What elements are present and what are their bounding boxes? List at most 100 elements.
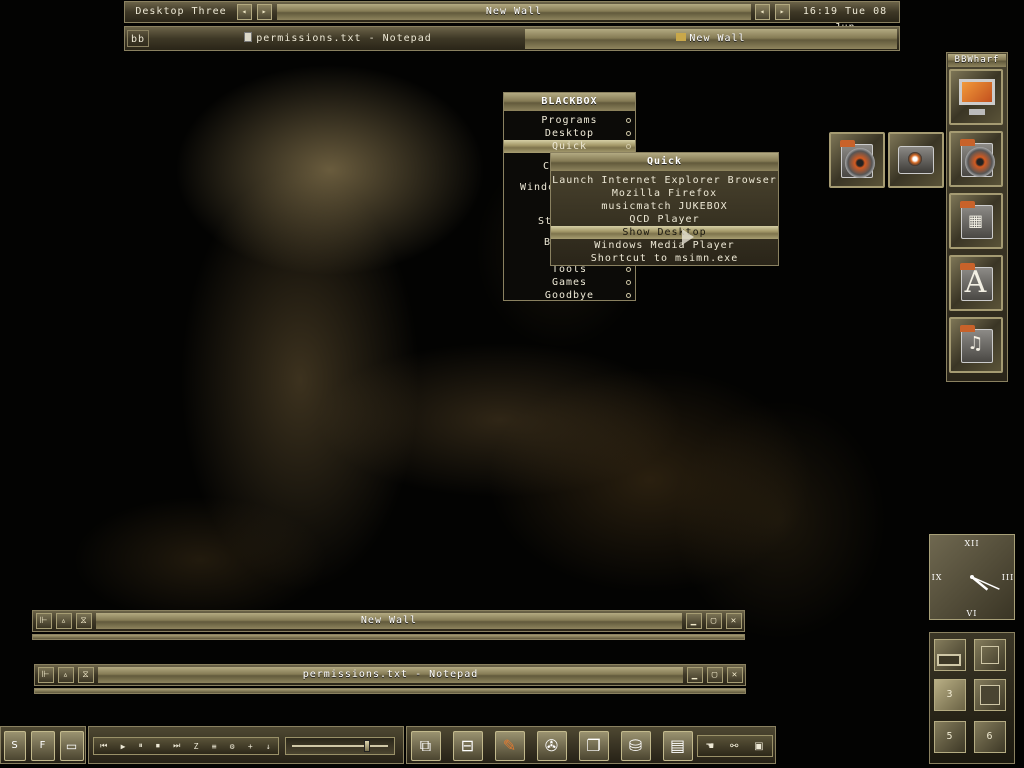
stop-icon[interactable]: ⏹ <box>156 741 161 751</box>
workspace-prev-button[interactable]: ◂ <box>237 4 252 20</box>
shade-button[interactable]: ▵ <box>56 613 72 629</box>
quick-item-wmp[interactable]: Windows Media Player <box>551 239 778 252</box>
window-notepad[interactable]: ⊩ ▵ ⧖ permissions.txt - Notepad ▁ ▢ ✕ <box>34 664 746 686</box>
volume-slider[interactable] <box>285 737 395 755</box>
film-reel-icon[interactable]: ✇ <box>537 731 567 761</box>
disc-shape <box>845 148 875 178</box>
pager-desktop-2[interactable] <box>974 639 1006 671</box>
f-button[interactable]: F <box>31 731 55 761</box>
clock-center <box>970 575 974 579</box>
notepad-icon <box>244 32 253 42</box>
dvd-player-icon[interactable] <box>949 131 1003 187</box>
pager-desktop-5[interactable]: 5 <box>934 721 966 753</box>
tray-monitors-icon[interactable]: ▣ <box>754 741 764 752</box>
folder-icon[interactable]: ❐ <box>579 731 609 761</box>
quick-menu-title: Quick <box>551 153 778 171</box>
trumpet-icon[interactable]: ♫ <box>949 317 1003 373</box>
prev-track-icon[interactable]: ⏮ <box>100 741 108 751</box>
close-button[interactable]: ✕ <box>727 667 743 683</box>
media-bar: ⏮ ▶ ⏸ ⏹ ⏭ Z ≡ ⚙ + ↓ <box>88 726 404 764</box>
system-tray: ☚ ⚯ ▣ <box>697 735 773 757</box>
sticky-button[interactable]: ⧖ <box>76 613 92 629</box>
quick-item-musicmatch[interactable]: musicmatch JUKEBOX <box>551 200 778 213</box>
quick-item-msimn[interactable]: Shortcut to msimn.exe <box>551 252 778 265</box>
menu-item-label: Desktop <box>544 128 595 139</box>
menu-item-desktop[interactable]: Desktop <box>504 127 635 140</box>
settings-icon[interactable]: ⚙ <box>230 742 236 751</box>
pager: 3 5 6 <box>929 632 1015 764</box>
close-button[interactable]: ✕ <box>726 613 742 629</box>
drives-icon[interactable]: ⧉ <box>411 731 441 761</box>
shade-button[interactable]: ▵ <box>58 667 74 683</box>
pause-icon[interactable]: ⏸ <box>139 741 144 751</box>
window-menu-icon[interactable]: ⊩ <box>38 667 54 683</box>
quick-item-qcd[interactable]: QCD Player <box>551 213 778 226</box>
window-new-wall[interactable]: ⊩ ▵ ⧖ New Wall ▁ ▢ ✕ <box>32 610 745 632</box>
add-icon[interactable]: + <box>248 742 254 751</box>
show-desktop-icon[interactable]: ▭ <box>60 731 84 761</box>
submenu-icon <box>626 144 631 149</box>
window-title[interactable]: New Wall <box>96 613 682 629</box>
workspace-label[interactable]: Desktop Three <box>129 4 233 20</box>
task-label: New Wall <box>689 33 746 44</box>
download-icon[interactable]: ↓ <box>266 742 272 751</box>
minimize-button[interactable]: ▁ <box>687 667 703 683</box>
sticky-button[interactable]: ⧖ <box>78 667 94 683</box>
tray-hand-icon[interactable]: ☚ <box>705 741 715 752</box>
left-launcher: S F ▭ <box>0 726 86 764</box>
monitor-screen <box>959 79 995 105</box>
submenu-icon <box>626 280 631 285</box>
toolbar-clock: 16:19 Tue 08 Jun <box>802 6 888 33</box>
maximize-button[interactable]: ▢ <box>706 613 722 629</box>
documents-icon[interactable]: ▤ <box>663 731 693 761</box>
player-lens <box>908 152 922 166</box>
play-icon[interactable]: ▶ <box>121 742 127 751</box>
media-player-icon[interactable] <box>888 132 944 188</box>
pager-label: 3 <box>946 689 954 700</box>
harddisk-icon[interactable]: ⊟ <box>453 731 483 761</box>
tools-icon[interactable]: ✎ <box>495 731 525 761</box>
window-prev-button[interactable]: ◂ <box>755 4 770 20</box>
menu-item-programs[interactable]: Programs <box>504 114 635 127</box>
minimize-button[interactable]: ▁ <box>686 613 702 629</box>
quick-item-firefox[interactable]: Mozilla Firefox <box>551 187 778 200</box>
volume-thumb[interactable] <box>364 740 370 752</box>
window-menu-icon[interactable]: ⊩ <box>36 613 52 629</box>
quick-item-show-desktop[interactable]: Show Desktop <box>551 226 778 239</box>
pager-label: 5 <box>946 731 954 742</box>
shuffle-icon[interactable]: Z <box>194 742 200 751</box>
tray-network-icon[interactable]: ⚯ <box>730 741 739 752</box>
menu-item-label: Games <box>551 277 588 288</box>
iconbar: bb permissions.txt - Notepad New Wall <box>124 26 900 51</box>
quick-item-ie[interactable]: Launch Internet Explorer Browser <box>551 174 778 187</box>
window-mini-icon <box>981 646 999 664</box>
submenu-icon <box>626 293 631 298</box>
toolbar-window-label[interactable]: New Wall <box>277 4 751 20</box>
maximize-button[interactable]: ▢ <box>707 667 723 683</box>
pager-desktop-1[interactable] <box>934 639 966 671</box>
dvd-player-icon[interactable] <box>829 132 885 188</box>
pager-desktop-6[interactable]: 6 <box>974 721 1006 753</box>
menu-item-goodbye[interactable]: Goodbye <box>504 289 635 302</box>
font-icon[interactable]: A <box>949 255 1003 311</box>
pager-desktop-4[interactable] <box>974 679 1006 711</box>
disk-icon[interactable]: ⛁ <box>621 731 651 761</box>
task-notepad[interactable]: permissions.txt - Notepad <box>153 29 523 49</box>
calculator-icon[interactable]: ▦ <box>949 193 1003 249</box>
start-button[interactable]: S <box>4 731 26 761</box>
playlist-icon[interactable]: ≡ <box>212 742 218 751</box>
next-track-icon[interactable]: ⏭ <box>173 741 181 751</box>
workspace-next-button[interactable]: ▸ <box>257 4 272 20</box>
menu-item-partial[interactable]: C <box>543 161 550 172</box>
window-handle[interactable] <box>32 634 745 640</box>
monitor-icon[interactable] <box>949 69 1003 125</box>
pager-desktop-3[interactable]: 3 <box>934 679 966 711</box>
task-new-wall[interactable]: New Wall <box>525 29 897 49</box>
window-next-button[interactable]: ▸ <box>775 4 790 20</box>
window-mini-icon <box>980 685 1000 705</box>
iconbar-label: bb <box>127 30 149 47</box>
menu-item-games[interactable]: Games <box>504 276 635 289</box>
folder-icon <box>676 33 687 41</box>
window-handle[interactable] <box>34 688 746 694</box>
window-title[interactable]: permissions.txt - Notepad <box>98 667 683 683</box>
